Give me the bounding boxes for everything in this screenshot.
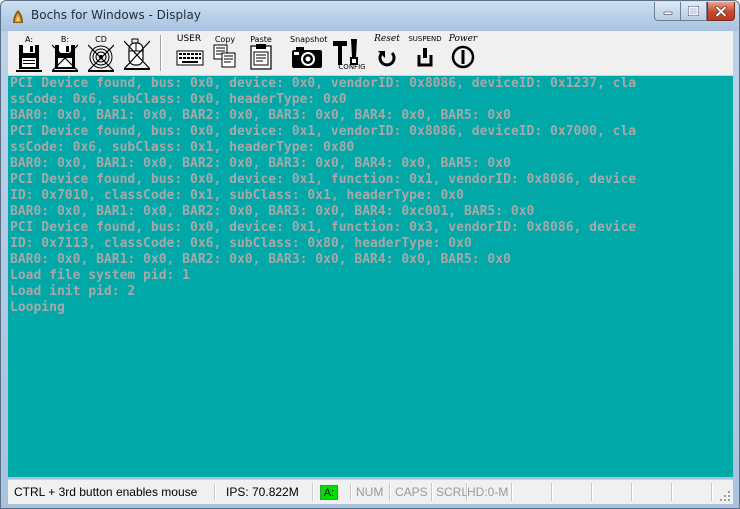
console-line: BAR0: 0x0, BAR1: 0x0, BAR2: 0x0, BAR3: 0… bbox=[10, 204, 535, 219]
suspend-button[interactable]: SUSPEND bbox=[408, 33, 442, 73]
ips-readout: IPS: 70.822M bbox=[226, 485, 299, 499]
console-line: BAR0: 0x0, BAR1: 0x0, BAR2: 0x0, BAR3: 0… bbox=[10, 252, 511, 267]
maximize-icon bbox=[688, 6, 699, 16]
title-bar[interactable]: Bochs for Windows - Display bbox=[1, 1, 739, 31]
hard-disk-indicator: HD:0-M bbox=[467, 485, 509, 499]
paste-button[interactable]: Paste bbox=[244, 33, 278, 73]
console-line: ID: 0x7010, classCode: 0x1, subClass: 0x… bbox=[10, 188, 464, 203]
status-divider bbox=[711, 483, 713, 501]
copy-icon bbox=[213, 44, 236, 68]
console-line: PCI Device found, bus: 0x0, device: 0x1,… bbox=[10, 124, 637, 139]
reset-label: Reset bbox=[374, 34, 400, 44]
resize-grip-icon[interactable] bbox=[719, 490, 731, 502]
maximize-button[interactable] bbox=[681, 2, 707, 21]
power-button[interactable]: Power bbox=[446, 33, 480, 73]
mouse-button[interactable] bbox=[120, 33, 154, 73]
status-divider bbox=[389, 483, 391, 501]
emulator-display[interactable]: PCI Device found, bus: 0x0, device: 0x0,… bbox=[8, 76, 733, 477]
close-icon bbox=[715, 5, 727, 17]
reset-button[interactable]: Reset bbox=[370, 33, 404, 73]
reset-icon bbox=[378, 51, 396, 67]
mouse-icon bbox=[124, 38, 150, 70]
floppy-b-icon bbox=[52, 44, 78, 72]
user-button[interactable]: USER bbox=[172, 33, 206, 73]
config-label: CONFIG bbox=[338, 63, 366, 71]
mouse-hint: CTRL + 3rd button enables mouse bbox=[14, 485, 198, 499]
console-line: Load file system pid: 1 bbox=[10, 268, 191, 283]
floppy-a-button[interactable]: A: bbox=[12, 33, 46, 73]
floppy-a-icon bbox=[16, 45, 42, 72]
console-line: PCI Device found, bus: 0x0, device: 0x1,… bbox=[10, 172, 637, 187]
console-line: ID: 0x7113, classCode: 0x6, subClass: 0x… bbox=[10, 236, 472, 251]
status-divider bbox=[431, 483, 433, 501]
bochs-window: Bochs for Windows - Display A: B: CD USE… bbox=[0, 0, 740, 509]
console-line: ssCode: 0x6, subClass: 0x0, headerType: … bbox=[10, 92, 347, 107]
status-divider bbox=[511, 483, 513, 501]
close-button[interactable] bbox=[707, 2, 735, 21]
paste-icon bbox=[250, 44, 272, 70]
console-line: PCI Device found, bus: 0x0, device: 0x1,… bbox=[10, 220, 637, 235]
status-divider bbox=[631, 483, 633, 501]
console-line: ssCode: 0x6, subClass: 0x1, headerType: … bbox=[10, 140, 355, 155]
cdrom-button[interactable]: CD bbox=[84, 33, 118, 73]
power-icon bbox=[451, 45, 475, 69]
status-divider bbox=[551, 483, 553, 501]
scroll-lock-indicator: SCRL bbox=[436, 485, 469, 499]
snapshot-button[interactable]: Snapshot bbox=[290, 33, 327, 73]
num-lock-indicator: NUM bbox=[356, 485, 384, 499]
caps-lock-indicator: CAPS bbox=[395, 485, 428, 499]
status-divider bbox=[312, 483, 314, 501]
camera-icon bbox=[292, 47, 322, 68]
drive-a-indicator: A: bbox=[320, 485, 338, 500]
toolbar: A: B: CD USER Copy Paste Snapshot CONFIG… bbox=[8, 31, 733, 76]
status-divider bbox=[214, 483, 216, 501]
minimize-icon bbox=[663, 11, 672, 15]
status-bar: CTRL + 3rd button enables mouse IPS: 70.… bbox=[8, 479, 733, 504]
toolbar-separator bbox=[160, 35, 162, 71]
console-line: PCI Device found, bus: 0x0, device: 0x0,… bbox=[10, 76, 637, 91]
status-divider bbox=[591, 483, 593, 501]
console-line: Looping bbox=[10, 300, 65, 315]
bochs-app-icon[interactable] bbox=[10, 8, 26, 24]
status-divider bbox=[350, 483, 352, 501]
power-label: Power bbox=[448, 34, 478, 44]
suspend-label: SUSPEND bbox=[408, 35, 442, 43]
minimize-button[interactable] bbox=[654, 2, 681, 21]
window-title: Bochs for Windows - Display bbox=[31, 8, 201, 22]
cdrom-icon bbox=[88, 44, 114, 72]
console-line: BAR0: 0x0, BAR1: 0x0, BAR2: 0x0, BAR3: 0… bbox=[10, 156, 511, 171]
console-line: BAR0: 0x0, BAR1: 0x0, BAR2: 0x0, BAR3: 0… bbox=[10, 108, 511, 123]
console-line: Load init pid: 2 bbox=[10, 284, 136, 299]
keyboard-icon bbox=[176, 50, 204, 66]
status-divider bbox=[671, 483, 673, 501]
config-button[interactable]: CONFIG bbox=[330, 33, 366, 73]
suspend-icon bbox=[417, 48, 433, 67]
floppy-b-button[interactable]: B: bbox=[48, 33, 82, 73]
copy-button[interactable]: Copy bbox=[208, 33, 242, 73]
